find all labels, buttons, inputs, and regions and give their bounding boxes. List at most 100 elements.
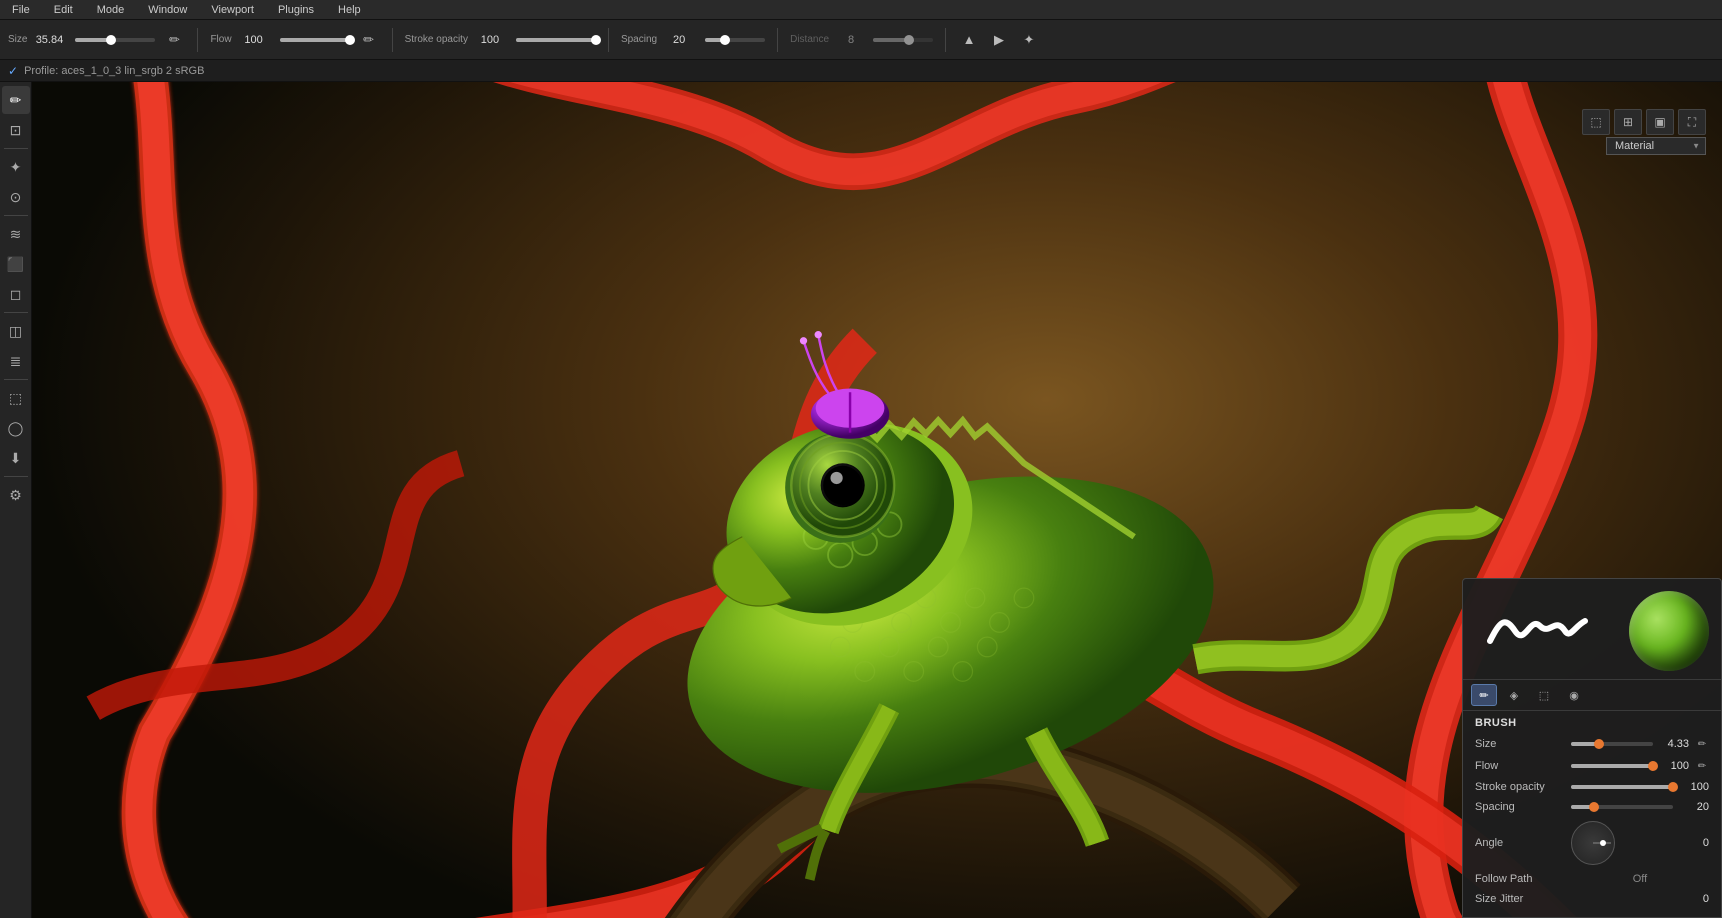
flow-label: Flow [210, 34, 231, 45]
grid-button[interactable]: ⊞ [1614, 109, 1642, 135]
flip-v-button[interactable]: ▶ [988, 29, 1010, 51]
spacing-label: Spacing [621, 34, 657, 45]
brush-spacing-slider[interactable] [1571, 805, 1673, 809]
brush-stroke-opacity-slider[interactable] [1571, 785, 1673, 789]
left-sep3 [4, 312, 28, 313]
stroke-opacity-group: Stroke opacity 100 [405, 34, 508, 46]
menu-window[interactable]: Window [144, 4, 191, 16]
brush-stroke-opacity-row: Stroke opacity 100 [1463, 777, 1721, 797]
brush-spacing-value: 20 [1679, 801, 1709, 813]
sep1 [197, 28, 198, 52]
symmetry-button[interactable]: ✦ [1018, 29, 1040, 51]
brush-angle-wheel[interactable] [1571, 821, 1615, 865]
toolbar: Size 35.84 ✏ Flow 100 ✏ Stroke opacity 1… [0, 20, 1722, 60]
brush-spacing-row: Spacing 20 [1463, 797, 1721, 817]
brush-section-title: BRUSH [1463, 711, 1721, 733]
left-sep5 [4, 476, 28, 477]
brush-stroke-opacity-value: 100 [1679, 781, 1709, 793]
brush-spacing-label: Spacing [1475, 801, 1565, 813]
spacing-group: Spacing 20 [621, 34, 697, 46]
texture-tool-btn[interactable]: ⬚ [2, 384, 30, 412]
brush-stroke-opacity-label: Stroke opacity [1475, 781, 1565, 793]
canvas-area[interactable]: Material Base Color Roughness Metallic N… [32, 82, 1722, 918]
flow-slider[interactable] [280, 38, 350, 42]
sep5 [945, 28, 946, 52]
erase-tool-btn[interactable]: ◻ [2, 280, 30, 308]
stroke-opacity-value: 100 [472, 34, 508, 46]
size-label: Size [8, 34, 27, 45]
stroke-opacity-slider[interactable] [516, 38, 596, 42]
flow-pen-icon[interactable]: ✏ [358, 29, 380, 51]
brush-flow-pen-icon[interactable]: ✏ [1695, 759, 1709, 773]
brush-tab-filter[interactable]: ◉ [1561, 684, 1587, 706]
size-slider[interactable] [75, 38, 155, 42]
menu-file[interactable]: File [8, 4, 34, 16]
flow-value: 100 [236, 34, 272, 46]
brush-size-jitter-row: Size Jitter 0 [1463, 889, 1721, 909]
flow-group: Flow 100 [210, 34, 271, 46]
mask-tool-btn[interactable]: ◫ [2, 317, 30, 345]
fullscreen-button[interactable]: ⛶ [1678, 109, 1706, 135]
camera-button[interactable]: ⬚ [1582, 109, 1610, 135]
brush-follow-path-label: Follow Path [1475, 873, 1565, 885]
layer-tool-btn[interactable]: ≣ [2, 347, 30, 375]
smudge-tool-btn[interactable]: ≋ [2, 220, 30, 248]
settings-tool-btn[interactable]: ⚙ [2, 481, 30, 509]
brush-tab-paint[interactable]: ✏ [1471, 684, 1497, 706]
brush-flow-row: Flow 100 ✏ [1463, 755, 1721, 777]
left-toolbar: ✏ ⊡ ✦ ⊙ ≋ ⬛ ◻ ◫ ≣ ⬚ ◯ ⬇ ⚙ [0, 82, 32, 918]
brush-angle-label: Angle [1475, 837, 1565, 849]
spacing-slider[interactable] [705, 38, 765, 42]
size-pen-icon[interactable]: ✏ [163, 29, 185, 51]
brush-stroke-preview [1475, 596, 1595, 666]
brush-panel: ✏ ◈ ⬚ ◉ BRUSH Size 4.33 ✏ Flow [1462, 578, 1722, 918]
sep2 [392, 28, 393, 52]
brush-size-label: Size [1475, 738, 1565, 750]
select-tool-btn[interactable]: ⊡ [2, 116, 30, 144]
import-tool-btn[interactable]: ⬇ [2, 444, 30, 472]
menu-mode[interactable]: Mode [93, 4, 129, 16]
size-group: Size 35.84 [8, 34, 67, 46]
brush-preview-area [1463, 579, 1721, 680]
left-sep4 [4, 379, 28, 380]
brush-tab-material[interactable]: ◈ [1501, 684, 1527, 706]
brush-flow-slider[interactable] [1571, 764, 1653, 768]
brush-tabs: ✏ ◈ ⬚ ◉ [1463, 680, 1721, 711]
left-sep1 [4, 148, 28, 149]
brush-ball-preview [1629, 591, 1709, 671]
brush-angle-row: Angle 0 [1463, 817, 1721, 869]
spacing-value: 20 [661, 34, 697, 46]
brush-flow-label: Flow [1475, 760, 1565, 772]
brush-size-pen-icon[interactable]: ✏ [1695, 737, 1709, 751]
filter-tool-btn[interactable]: ◯ [2, 414, 30, 442]
main-layout: ✏ ⊡ ✦ ⊙ ≋ ⬛ ◻ ◫ ≣ ⬚ ◯ ⬇ ⚙ [0, 82, 1722, 918]
brush-size-value: 4.33 [1659, 738, 1689, 750]
sep3 [608, 28, 609, 52]
brush-follow-path-row: Follow Path Off [1463, 869, 1721, 889]
menu-edit[interactable]: Edit [50, 4, 77, 16]
brush-size-jitter-value: 0 [1679, 893, 1709, 905]
top-right-buttons: ⬚ ⊞ ▣ ⛶ [1582, 102, 1706, 142]
sep4 [777, 28, 778, 52]
brush-tab-layer[interactable]: ⬚ [1531, 684, 1557, 706]
clone-tool-btn[interactable]: ⊙ [2, 183, 30, 211]
left-sep2 [4, 215, 28, 216]
eyedropper-tool-btn[interactable]: ✦ [2, 153, 30, 181]
status-checkmark: ✓ [8, 64, 18, 78]
status-bar: ✓ Profile: aces_1_0_3 lin_srgb 2 sRGB [0, 60, 1722, 82]
brush-stroke-svg [1480, 601, 1590, 661]
size-value: 35.84 [31, 34, 67, 46]
menu-help[interactable]: Help [334, 4, 365, 16]
brush-size-slider[interactable] [1571, 742, 1653, 746]
flip-h-button[interactable]: ▲ [958, 29, 980, 51]
distance-slider[interactable] [873, 38, 933, 42]
menu-plugins[interactable]: Plugins [274, 4, 318, 16]
menu-viewport[interactable]: Viewport [207, 4, 258, 16]
brush-flow-value: 100 [1659, 760, 1689, 772]
distance-value: 8 [833, 34, 869, 46]
distance-label: Distance [790, 34, 829, 45]
fill-tool-btn[interactable]: ⬛ [2, 250, 30, 278]
display-button[interactable]: ▣ [1646, 109, 1674, 135]
brush-size-jitter-label: Size Jitter [1475, 893, 1565, 905]
paint-tool-btn[interactable]: ✏ [2, 86, 30, 114]
